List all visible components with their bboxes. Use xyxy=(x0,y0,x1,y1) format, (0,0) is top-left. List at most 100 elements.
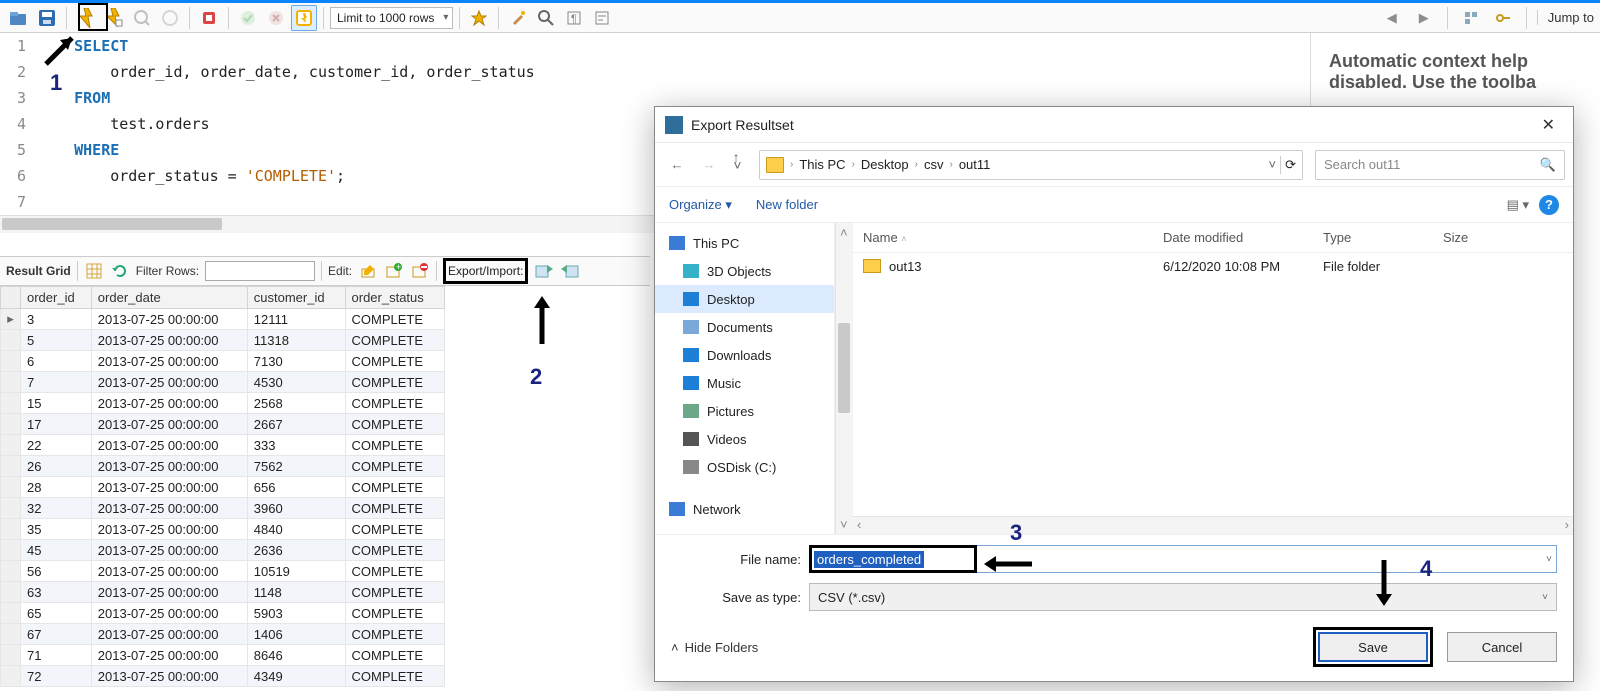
tree-item[interactable]: 3D Objects xyxy=(655,257,834,285)
row-limit-combo[interactable]: Limit to 1000 rows xyxy=(330,7,453,29)
breadcrumb-item[interactable]: out11 xyxy=(959,157,991,172)
breadcrumb-item[interactable]: csv xyxy=(924,157,944,172)
sql-line[interactable]: 2 order_id, order_date, customer_id, ord… xyxy=(0,59,1300,85)
filelist-h-scrollbar[interactable]: ‹› xyxy=(853,516,1573,534)
commit-icon[interactable] xyxy=(235,5,261,31)
new-folder-button[interactable]: New folder xyxy=(756,197,818,212)
tree-item[interactable]: This PC xyxy=(655,229,834,257)
tree-scrollbar[interactable]: ˄˅ xyxy=(835,223,853,534)
table-row[interactable]: 222013-07-25 00:00:00333COMPLETE xyxy=(1,435,445,456)
table-row[interactable]: 262013-07-25 00:00:007562COMPLETE xyxy=(1,456,445,477)
explain-icon[interactable] xyxy=(129,5,155,31)
tree-item[interactable]: Pictures xyxy=(655,397,834,425)
table-row[interactable]: 322013-07-25 00:00:003960COMPLETE xyxy=(1,498,445,519)
tree-item[interactable]: Desktop xyxy=(655,285,834,313)
table-row[interactable]: 52013-07-25 00:00:0011318COMPLETE xyxy=(1,330,445,351)
table-row[interactable]: 72013-07-25 00:00:004530COMPLETE xyxy=(1,372,445,393)
table-row[interactable]: 352013-07-25 00:00:004840COMPLETE xyxy=(1,519,445,540)
file-list-header[interactable]: Name ˄ Date modified Type Size xyxy=(853,223,1573,253)
nav-prev-icon[interactable]: ◀ xyxy=(1379,5,1405,31)
stop-red-icon[interactable] xyxy=(196,5,222,31)
file-list[interactable]: Name ˄ Date modified Type Size out136/12… xyxy=(853,223,1573,534)
view-mode-icon[interactable]: ▤ ▾ xyxy=(1507,197,1529,213)
table-row[interactable]: 172013-07-25 00:00:002667COMPLETE xyxy=(1,414,445,435)
savetype-label: Save as type: xyxy=(671,590,801,605)
nav-up-icon[interactable]: ˅↑ xyxy=(727,151,755,179)
filename-input[interactable]: orders_completed ˅ xyxy=(809,545,1557,573)
tree-item[interactable]: Network xyxy=(655,495,834,523)
tree-item[interactable]: Documents xyxy=(655,313,834,341)
breadcrumb-item[interactable]: This PC xyxy=(799,157,845,172)
nav-back-icon[interactable]: ← xyxy=(663,151,691,179)
annotation-arrow-4 xyxy=(1372,556,1396,612)
hide-folders-toggle[interactable]: ˄Hide Folders xyxy=(671,640,758,655)
dialog-titlebar: Export Resultset ✕ xyxy=(655,107,1573,143)
tree-item[interactable]: Music xyxy=(655,369,834,397)
savetype-combo[interactable]: CSV (*.csv) ˅ xyxy=(809,583,1557,611)
addr-dropdown-icon[interactable]: ˅ xyxy=(1269,157,1277,172)
help-icon[interactable]: ? xyxy=(1539,195,1559,215)
cancel-button[interactable]: Cancel xyxy=(1447,632,1557,662)
close-icon[interactable]: ✕ xyxy=(1534,111,1563,139)
table-row[interactable]: ▸32013-07-25 00:00:0012111COMPLETE xyxy=(1,309,445,330)
table-row[interactable]: 722013-07-25 00:00:004349COMPLETE xyxy=(1,666,445,687)
column-header[interactable]: order_status xyxy=(345,287,444,309)
dialog-title-text: Export Resultset xyxy=(691,117,1534,133)
column-header[interactable]: order_id xyxy=(21,287,92,309)
address-bar[interactable]: › This PC› Desktop› csv› out11 ˅ ⟳ xyxy=(759,150,1303,180)
table-row[interactable]: 672013-07-25 00:00:001406COMPLETE xyxy=(1,624,445,645)
folder-tree[interactable]: This PC3D ObjectsDesktopDocumentsDownloa… xyxy=(655,223,835,534)
table-row[interactable]: 282013-07-25 00:00:00656COMPLETE xyxy=(1,477,445,498)
export-import-label[interactable]: Export/Import: xyxy=(443,258,528,284)
export-import-text: Export/Import: xyxy=(448,264,523,278)
open-file-icon[interactable] xyxy=(6,5,32,31)
table-row[interactable]: 62013-07-25 00:00:007130COMPLETE xyxy=(1,351,445,372)
beautify-icon[interactable] xyxy=(505,5,531,31)
edit-row-icon[interactable] xyxy=(358,261,378,281)
search-input[interactable]: Search out11 🔍 xyxy=(1315,150,1565,180)
jump-to-label[interactable]: Jump to xyxy=(1537,10,1594,25)
filter-rows-input[interactable] xyxy=(205,261,315,281)
table-row[interactable]: 152013-07-25 00:00:002568COMPLETE xyxy=(1,393,445,414)
nav-schema-icon[interactable] xyxy=(1458,5,1484,31)
result-grid[interactable]: order_idorder_datecustomer_idorder_statu… xyxy=(0,286,445,691)
tree-item[interactable]: OSDisk (C:) xyxy=(655,453,834,481)
table-row[interactable]: 652013-07-25 00:00:005903COMPLETE xyxy=(1,603,445,624)
rollback-icon[interactable] xyxy=(263,5,289,31)
table-row[interactable]: 452013-07-25 00:00:002636COMPLETE xyxy=(1,540,445,561)
tree-item[interactable]: Downloads xyxy=(655,341,834,369)
table-row[interactable]: 712013-07-25 00:00:008646COMPLETE xyxy=(1,645,445,666)
grid-view-icon[interactable] xyxy=(84,261,104,281)
nav-forward-icon[interactable]: → xyxy=(695,151,723,179)
toggle-invisible-icon[interactable]: ¶ xyxy=(561,5,587,31)
add-row-icon[interactable]: + xyxy=(384,261,404,281)
column-header[interactable]: customer_id xyxy=(247,287,345,309)
organize-menu[interactable]: Organize ▾ xyxy=(669,197,732,213)
refresh-icon[interactable] xyxy=(110,261,130,281)
table-row[interactable]: 632013-07-25 00:00:001148COMPLETE xyxy=(1,582,445,603)
save-button[interactable]: Save xyxy=(1318,632,1428,662)
toolbar-separator xyxy=(66,7,67,29)
filename-label: File name: xyxy=(671,552,801,567)
result-grid-toolbar: Result Grid Filter Rows: Edit: + Export/… xyxy=(0,256,650,286)
keys-icon[interactable] xyxy=(1490,5,1516,31)
nav-next-icon[interactable]: ▶ xyxy=(1411,5,1437,31)
column-header[interactable]: order_date xyxy=(91,287,247,309)
stop-icon[interactable] xyxy=(157,5,183,31)
sql-line[interactable]: 1 SELECT xyxy=(0,33,1300,59)
import-icon[interactable] xyxy=(560,261,580,281)
autocommit-icon[interactable] xyxy=(291,5,317,31)
favorite-icon[interactable] xyxy=(466,5,492,31)
search-placeholder: Search out11 xyxy=(1324,157,1400,172)
file-row[interactable]: out136/12/2020 10:08 PMFile folder xyxy=(853,253,1573,279)
find-icon[interactable] xyxy=(533,5,559,31)
delete-row-icon[interactable] xyxy=(410,261,430,281)
tree-item[interactable]: Videos xyxy=(655,425,834,453)
table-row[interactable]: 562013-07-25 00:00:0010519COMPLETE xyxy=(1,561,445,582)
toolbar-separator xyxy=(459,7,460,29)
save-icon[interactable] xyxy=(34,5,60,31)
export-icon[interactable] xyxy=(534,261,554,281)
refresh-folder-icon[interactable]: ⟳ xyxy=(1285,157,1296,173)
breadcrumb-item[interactable]: Desktop xyxy=(861,157,909,172)
wrap-icon[interactable] xyxy=(589,5,615,31)
